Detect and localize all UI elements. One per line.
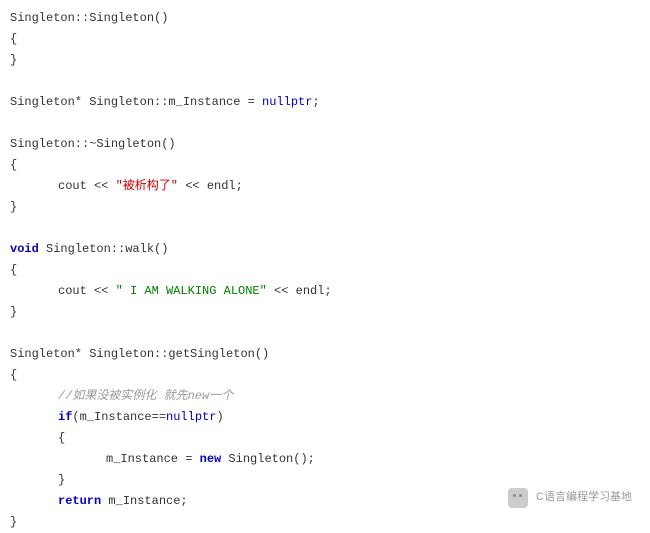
code-line: Singleton* Singleton::getSingleton() [10, 344, 650, 365]
blank-line [10, 113, 650, 134]
code-line: } [10, 197, 650, 218]
code-comment: //如果没被实例化 就先new一个 [10, 386, 650, 407]
code-line: Singleton* Singleton::m_Instance = nullp… [10, 92, 650, 113]
blank-line [10, 323, 650, 344]
code-line: } [10, 50, 650, 71]
code-line: cout << "被析构了" << endl; [10, 176, 650, 197]
blank-line [10, 71, 650, 92]
watermark: C语言编程学习基地 [508, 487, 632, 508]
code-line: { [10, 260, 650, 281]
code-line: { [10, 29, 650, 50]
code-line: { [10, 365, 650, 386]
wechat-icon [508, 488, 528, 508]
code-line: if(m_Instance==nullptr) [10, 407, 650, 428]
code-line: } [10, 302, 650, 323]
blank-line [10, 218, 650, 239]
code-line: m_Instance = new Singleton(); [10, 449, 650, 470]
code-line: Singleton::Singleton() [10, 8, 650, 29]
code-line: { [10, 428, 650, 449]
code-line: Singleton::~Singleton() [10, 134, 650, 155]
code-line: void Singleton::walk() [10, 239, 650, 260]
code-line: cout << " I AM WALKING ALONE" << endl; [10, 281, 650, 302]
code-line: { [10, 155, 650, 176]
watermark-text: C语言编程学习基地 [536, 487, 632, 508]
